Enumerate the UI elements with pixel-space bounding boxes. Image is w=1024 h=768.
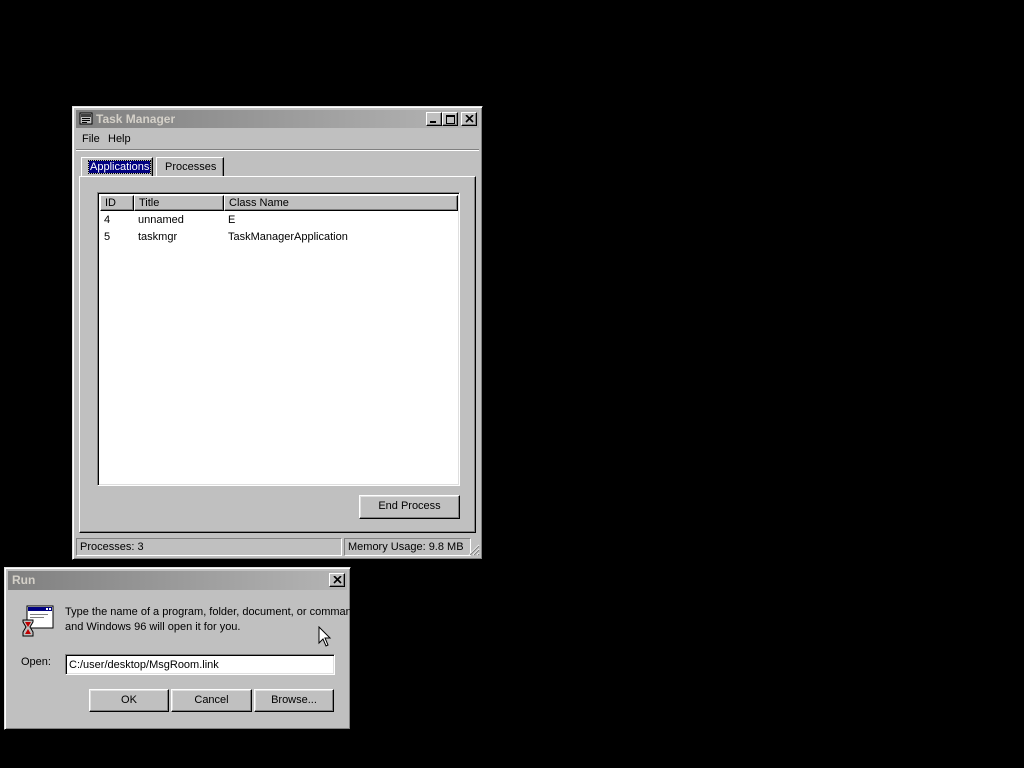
menu-file[interactable]: File — [82, 133, 100, 145]
table-row[interactable]: 4 unnamed E — [100, 212, 457, 228]
status-memory: Memory Usage: 9.8 MB — [344, 538, 471, 556]
process-list[interactable]: ID Title Class Name 4 unnamed E 5 taskmg… — [97, 192, 460, 486]
run-dialog: Run Type the name of a program, folder, … — [4, 567, 361, 730]
tab-applications[interactable]: Applications — [81, 157, 153, 177]
menu-help[interactable]: Help — [108, 133, 131, 145]
close-icon — [465, 115, 474, 123]
row-class-name: E — [228, 214, 236, 226]
window-title: Task Manager — [96, 112, 176, 126]
open-input[interactable] — [65, 654, 335, 675]
maximize-button[interactable] — [442, 112, 458, 126]
close-icon — [333, 576, 342, 584]
run-description-line1: Type the name of a program, folder, docu… — [65, 606, 361, 618]
cancel-button[interactable]: Cancel — [171, 689, 252, 712]
row-id: 4 — [104, 214, 111, 226]
table-row[interactable]: 5 taskmgr TaskManagerApplication — [100, 229, 457, 245]
tab-processes-label: Processes — [165, 161, 217, 173]
tab-panel: ID Title Class Name 4 unnamed E 5 taskmg… — [79, 176, 476, 533]
mouse-cursor — [318, 626, 332, 647]
task-manager-window: Task Manager File Help Applications Proc… — [72, 106, 483, 560]
open-label: Open: — [21, 656, 51, 668]
run-titlebar[interactable]: Run — [8, 571, 347, 590]
close-button[interactable] — [461, 112, 477, 126]
column-header-class-name[interactable]: Class Name — [224, 195, 458, 211]
row-class-name: TaskManagerApplication — [228, 231, 348, 243]
menu-separator — [76, 149, 479, 151]
maximize-icon — [446, 115, 455, 124]
row-title: taskmgr — [138, 231, 178, 243]
tab-processes[interactable]: Processes — [156, 157, 224, 177]
menu-bar: File Help — [76, 130, 479, 148]
resize-grip-icon[interactable] — [468, 544, 480, 556]
task-manager-titlebar[interactable]: Task Manager — [76, 110, 479, 128]
row-title: unnamed — [138, 214, 184, 226]
row-id: 5 — [104, 231, 111, 243]
end-process-button[interactable]: End Process — [359, 495, 460, 519]
minimize-button[interactable] — [426, 112, 442, 126]
minimize-icon — [430, 121, 436, 123]
column-header-id[interactable]: ID — [100, 195, 134, 211]
browse-button[interactable]: Browse... — [254, 689, 334, 712]
tab-applications-label: Applications — [87, 160, 152, 174]
run-program-icon — [22, 605, 54, 637]
run-title: Run — [12, 573, 36, 587]
ok-button[interactable]: OK — [89, 689, 169, 712]
column-header-title[interactable]: Title — [134, 195, 224, 211]
close-button[interactable] — [329, 573, 345, 587]
taskmanager-app-icon — [79, 112, 93, 125]
run-description-line2: and Windows 96 will open it for you. — [65, 621, 241, 633]
status-processes: Processes: 3 — [76, 538, 342, 556]
